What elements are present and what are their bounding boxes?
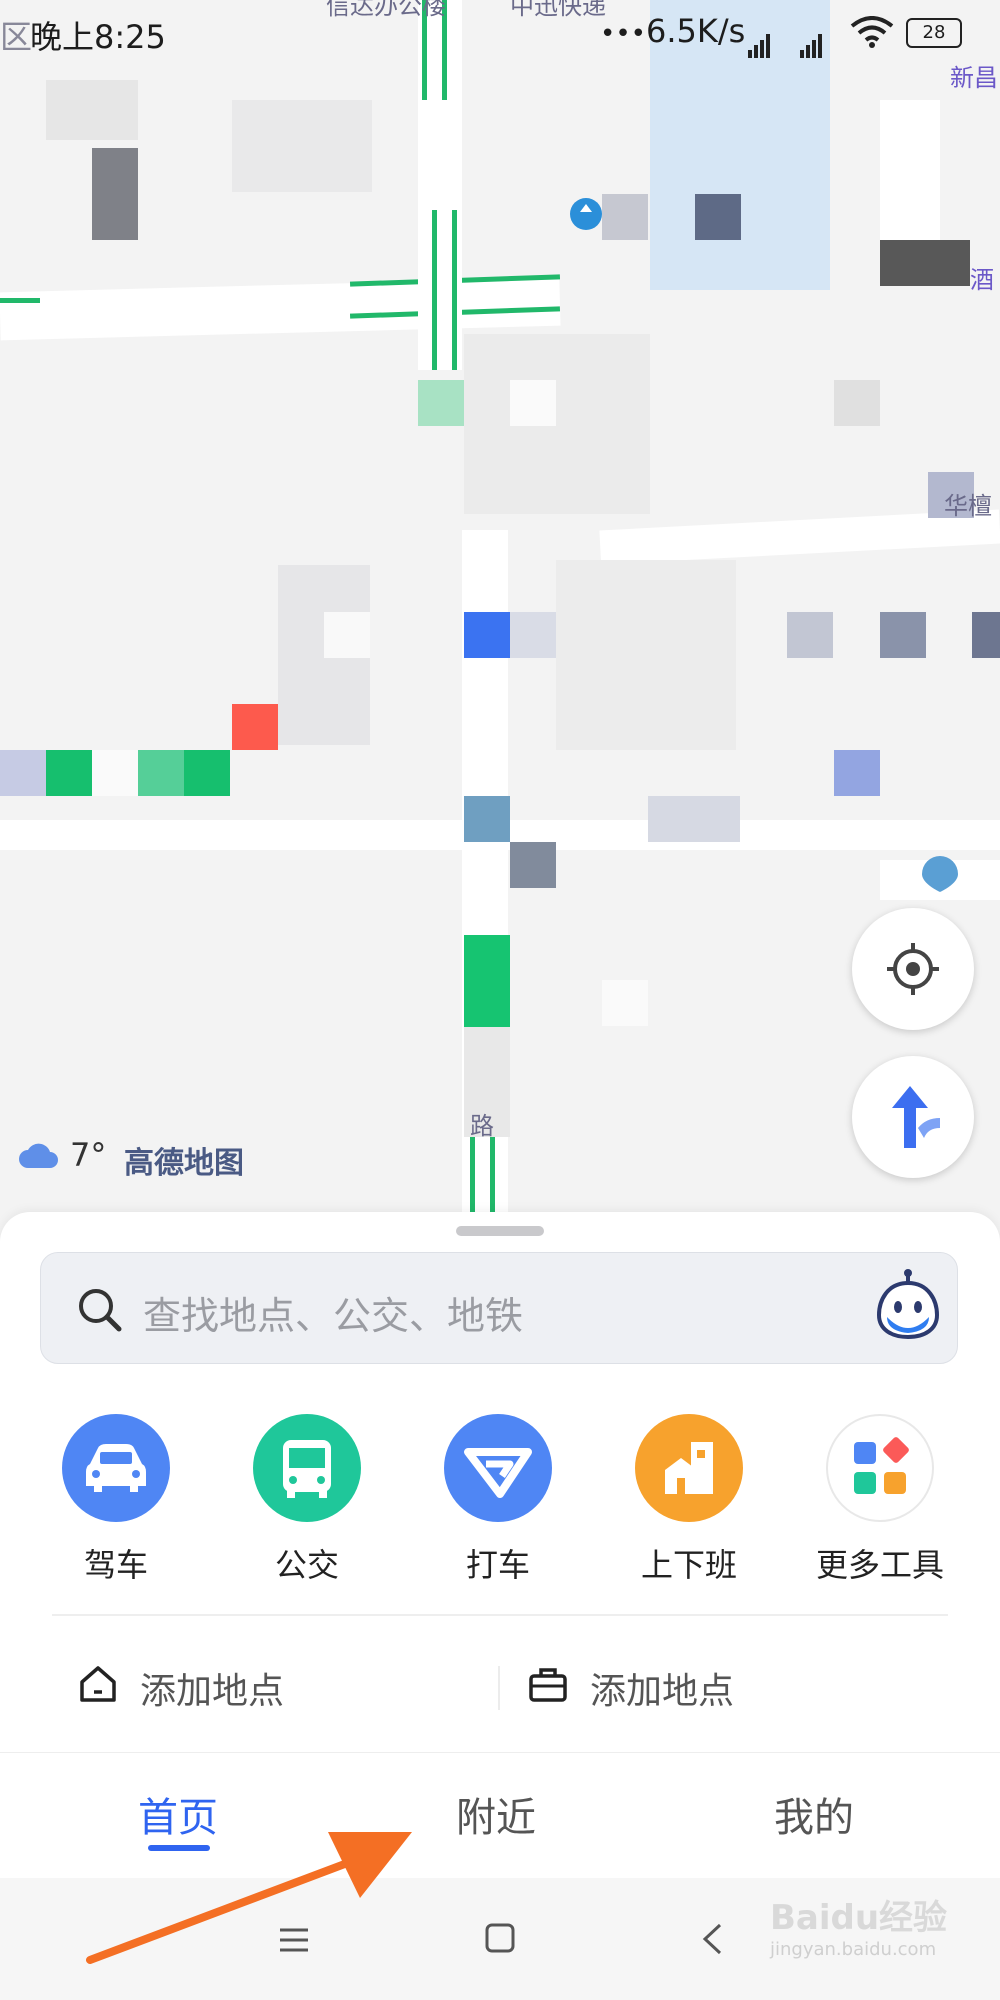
- tool-drive[interactable]: 驾车: [36, 1414, 196, 1586]
- status-bar: 区 晚上8:25 •••6.5K/s 28: [0, 0, 1000, 64]
- map-label: 华檀: [944, 492, 992, 520]
- clock: 晚上8:25: [30, 18, 166, 56]
- wifi-icon: [850, 16, 894, 48]
- cloud-icon: [19, 1143, 58, 1168]
- taxi-icon: [444, 1414, 552, 1522]
- tool-label: 打车: [465, 1546, 530, 1584]
- battery-icon: 28: [906, 18, 962, 48]
- assistant-bot-icon[interactable]: [875, 1267, 941, 1347]
- shortcut-label: 添加地点: [590, 1671, 735, 1712]
- map-label: 酒: [970, 266, 994, 294]
- bus-icon: [253, 1414, 361, 1522]
- search-icon: [79, 1289, 122, 1332]
- shortcut-label: 添加地点: [140, 1671, 285, 1712]
- temperature: 7°: [70, 1136, 107, 1174]
- cellular-signal-icon: [748, 20, 772, 58]
- search-bar[interactable]: 查找地点、公交、地铁: [40, 1252, 958, 1364]
- status-back-hint: 区: [0, 18, 33, 56]
- briefcase-icon: [529, 1668, 567, 1702]
- map-pin-icon: [570, 198, 602, 230]
- watermark: Baidu经验 jingyan.baidu.com: [770, 1890, 947, 1960]
- commute-icon: [635, 1414, 743, 1522]
- sheet-drag-handle[interactable]: [456, 1226, 544, 1236]
- tool-more[interactable]: 更多工具: [800, 1414, 960, 1586]
- tool-label: 驾车: [83, 1546, 148, 1584]
- tab-mine[interactable]: 我的: [774, 1785, 854, 1843]
- home-shortcut[interactable]: 添加地点: [78, 1654, 478, 1714]
- tool-bus[interactable]: 公交: [227, 1414, 387, 1586]
- divider: [52, 1614, 948, 1616]
- home-icon: [80, 1666, 116, 1702]
- map-view[interactable]: 信达办公楼 中迅快递 新昌 酒 华檀 路: [0, 0, 1000, 1240]
- tab-nearby[interactable]: 附近: [456, 1785, 536, 1843]
- tool-commute[interactable]: 上下班: [609, 1414, 769, 1586]
- map-pin-icon: [922, 856, 958, 892]
- work-shortcut[interactable]: 添加地点: [528, 1654, 928, 1714]
- grid-icon: [826, 1414, 934, 1522]
- tool-label: 上下班: [640, 1546, 737, 1584]
- turn-arrow-icon: [892, 1086, 940, 1148]
- tool-label: 更多工具: [815, 1546, 944, 1584]
- locate-button[interactable]: [852, 908, 974, 1030]
- map-provider-logo: 高德地图: [124, 1146, 244, 1181]
- annotation-arrow: [86, 1832, 412, 1964]
- network-speed: •••6.5K/s: [600, 12, 746, 50]
- route-button[interactable]: [852, 1056, 974, 1178]
- tool-taxi[interactable]: 打车: [418, 1414, 578, 1586]
- bottom-sheet: 查找地点、公交、地铁 驾车 公交 打车 上下班 更多工具 添加地点 添加地点: [0, 1212, 1000, 1752]
- home-nav-icon[interactable]: [484, 1922, 516, 1954]
- watermark-text: Baidu经验: [770, 1898, 948, 1938]
- car-icon: [62, 1414, 170, 1522]
- tool-label: 公交: [274, 1546, 339, 1584]
- cellular-signal-icon: [800, 20, 824, 58]
- watermark-url: jingyan.baidu.com: [770, 1939, 937, 1960]
- crosshair-icon: [887, 943, 939, 995]
- search-input[interactable]: 查找地点、公交、地铁: [143, 1285, 523, 1340]
- divider: [498, 1666, 500, 1710]
- map-label: 路: [470, 1112, 494, 1140]
- back-icon[interactable]: [700, 1922, 724, 1956]
